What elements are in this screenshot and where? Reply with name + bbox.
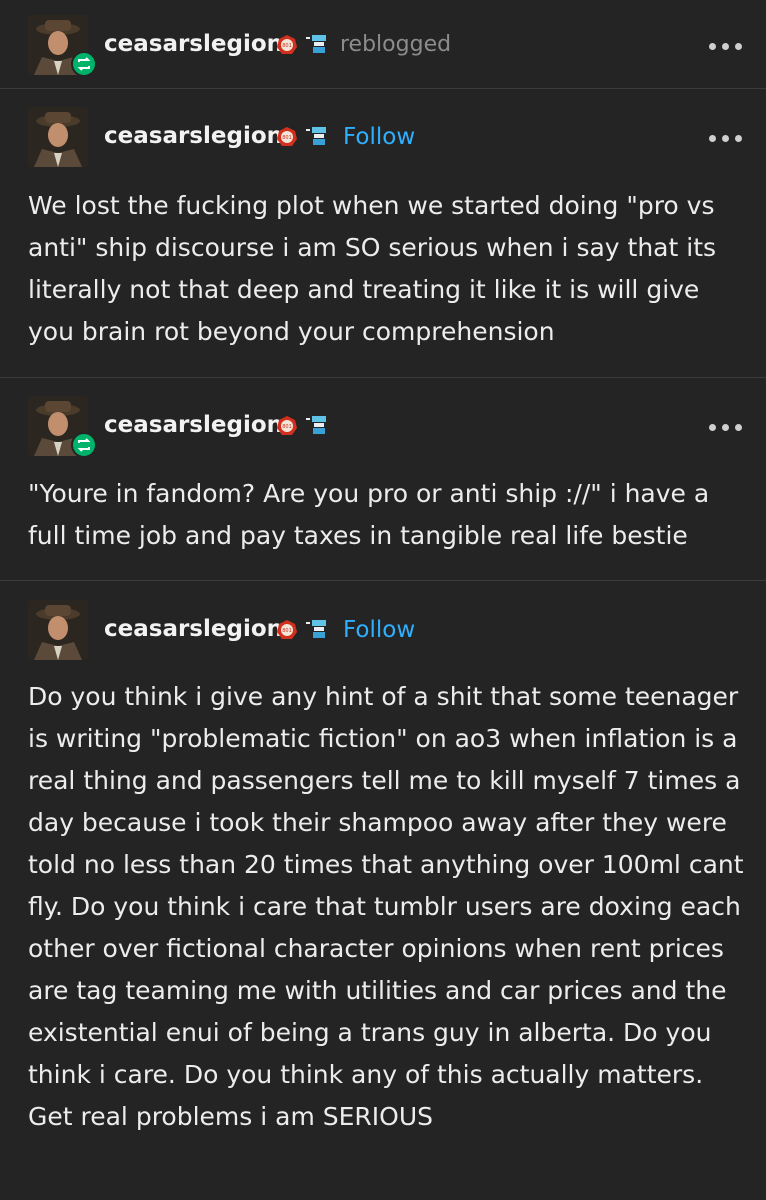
avatar[interactable] — [28, 600, 88, 660]
more-options-icon[interactable] — [707, 41, 745, 51]
seal-badge-icon: 801 — [276, 619, 298, 641]
username[interactable]: ceasarslegion — [104, 616, 283, 642]
reblog-header: ceasarslegion 801 reblogged — [0, 15, 766, 77]
reblog-icon — [71, 432, 97, 458]
avatar[interactable] — [28, 107, 88, 167]
reblogged-label: reblogged — [340, 32, 452, 57]
svg-text:801: 801 — [282, 628, 292, 634]
divider — [0, 377, 766, 378]
avatar-image — [28, 600, 88, 660]
seal-badge-icon: 801 — [276, 34, 298, 56]
seal-badge-icon: 801 — [276, 126, 298, 148]
divider — [0, 580, 766, 581]
follow-button[interactable]: Follow — [343, 617, 415, 643]
post-header: ceasarslegion 801 — [0, 396, 766, 458]
username[interactable]: ceasarslegion — [104, 31, 283, 57]
follow-button[interactable]: Follow — [343, 124, 415, 150]
post-body: "Youre in fandom? Are you pro or anti sh… — [28, 479, 710, 550]
avatar-image — [28, 107, 88, 167]
post-header: ceasarslegion 801 Follow — [0, 600, 766, 660]
username[interactable]: ceasarslegion — [104, 123, 283, 149]
more-options-icon[interactable] — [707, 133, 745, 143]
post-body: We lost the fucking plot when we started… — [28, 191, 717, 346]
robot-badge-icon — [306, 414, 330, 436]
robot-badge-icon — [306, 125, 330, 147]
robot-badge-icon — [306, 33, 330, 55]
seal-badge-icon: 801 — [276, 415, 298, 437]
post-body: Do you think i give any hint of a shit t… — [28, 682, 744, 1131]
more-options-icon[interactable] — [707, 422, 745, 432]
svg-text:801: 801 — [282, 43, 292, 49]
robot-badge-icon — [306, 618, 330, 640]
username[interactable]: ceasarslegion — [104, 412, 283, 438]
svg-text:801: 801 — [282, 135, 292, 141]
reblog-icon — [71, 51, 97, 77]
post-header: ceasarslegion 801 Follow — [0, 107, 766, 167]
svg-text:801: 801 — [282, 424, 292, 430]
divider — [0, 88, 766, 89]
